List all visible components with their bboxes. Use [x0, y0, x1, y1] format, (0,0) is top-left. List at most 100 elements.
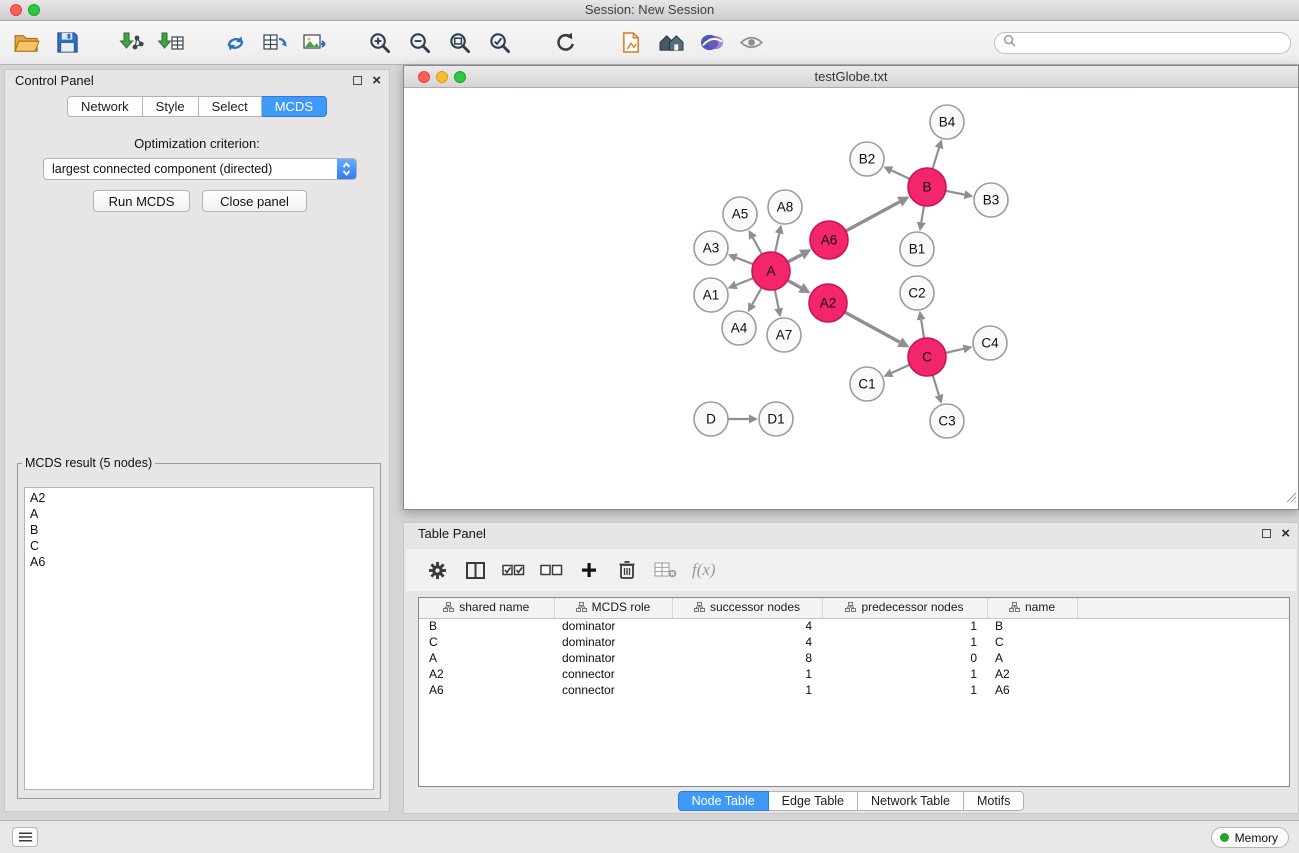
network-node-label: B1	[909, 242, 926, 257]
table-panel-float-icon[interactable]	[1262, 529, 1271, 538]
network-canvas[interactable]: B4B2BB3A5A8A6A3B1AC2A1A2A4A7C4CC1DD1C3	[404, 88, 1298, 509]
network-zoom-window-icon[interactable]	[454, 71, 466, 83]
node-table-row-C[interactable]: Cdominator41C	[419, 634, 1289, 650]
delete-table-icon[interactable]	[650, 555, 680, 585]
zoom-selected-icon[interactable]	[482, 26, 516, 60]
resize-grip-icon[interactable]	[1285, 490, 1297, 508]
network-edge-B-B1[interactable]	[921, 206, 924, 223]
deselect-all-rows-icon[interactable]	[536, 555, 566, 585]
network-edge-B-B4[interactable]	[933, 148, 939, 169]
zoom-window-icon[interactable]	[28, 4, 40, 16]
close-window-icon[interactable]	[10, 4, 22, 16]
table-tab-node-table[interactable]: Node Table	[678, 791, 769, 811]
network-arrows-icon[interactable]	[218, 26, 252, 60]
open-session-icon[interactable]	[10, 26, 44, 60]
network-edge-A-A3[interactable]	[736, 258, 753, 265]
table-header-row: shared nameMCDS rolesuccessor nodesprede…	[419, 598, 1289, 618]
node-table-row-A[interactable]: Adominator80A	[419, 650, 1289, 666]
import-table-from-file-icon[interactable]	[154, 26, 188, 60]
node-table-row-B[interactable]: Bdominator41B	[419, 618, 1289, 634]
network-node-label: A2	[820, 296, 837, 311]
memory-button[interactable]: Memory	[1211, 827, 1289, 848]
network-minimize-window-icon[interactable]	[436, 71, 448, 83]
zoom-in-icon[interactable]	[362, 26, 396, 60]
node-table-row-A2[interactable]: A2connector11A2	[419, 666, 1289, 682]
run-mcds-button[interactable]: Run MCDS	[93, 190, 190, 212]
network-edge-A-A5[interactable]	[753, 238, 762, 255]
network-edge-B-B2[interactable]	[891, 170, 909, 179]
mcds-result-list[interactable]: A2ABCA6	[24, 487, 374, 790]
control-tab-select[interactable]: Select	[199, 96, 262, 117]
network-close-window-icon[interactable]	[418, 71, 430, 83]
network-edge-A-A1[interactable]	[736, 278, 753, 285]
network-edge-A6-B[interactable]	[846, 202, 900, 231]
network-node-label: D1	[767, 412, 784, 427]
window-titlebar[interactable]: Session: New Session	[0, 0, 1299, 21]
network-edge-B-B3[interactable]	[946, 191, 965, 195]
network-window-titlebar[interactable]: testGlobe.txt	[404, 66, 1298, 88]
node-table[interactable]: shared nameMCDS rolesuccessor nodesprede…	[418, 597, 1290, 787]
table-panel-close-icon[interactable]: ×	[1281, 524, 1290, 544]
network-edge-C-C2[interactable]	[921, 320, 924, 339]
optimization-criterion-select[interactable]: largest connected component (directed)	[43, 158, 357, 180]
control-panel-close-icon[interactable]: ×	[372, 71, 381, 91]
mcds-result-item: A6	[30, 554, 368, 570]
table-arrows-icon[interactable]	[258, 26, 292, 60]
network-view-window: testGlobe.txt B4B2BB3A5A8A6A3B1AC2A1A2A4…	[403, 65, 1299, 510]
control-tab-mcds[interactable]: MCDS	[262, 96, 327, 117]
network-edge-C-C4[interactable]	[946, 349, 964, 353]
show-columns-icon[interactable]	[460, 555, 490, 585]
close-panel-button[interactable]: Close panel	[202, 190, 307, 212]
network-node-label: A6	[821, 233, 838, 248]
search-field[interactable]	[994, 32, 1291, 54]
import-network-from-file-icon[interactable]	[114, 26, 148, 60]
mcds-result-item: B	[30, 522, 368, 538]
edge-arrowhead-icon	[917, 311, 926, 321]
search-input[interactable]	[1021, 36, 1290, 50]
control-tab-style[interactable]: Style	[143, 96, 199, 117]
network-node-label: D	[706, 412, 716, 427]
network-node-label: C	[922, 350, 932, 365]
network-edge-A-A7[interactable]	[775, 290, 779, 309]
network-edge-A-A6[interactable]	[788, 255, 802, 262]
attribute-tree-icon	[576, 601, 587, 615]
home-icon[interactable]	[654, 26, 688, 60]
column-header-successor-nodes[interactable]: successor nodes	[672, 598, 822, 618]
control-panel: Control Panel × NetworkStyleSelectMCDS O…	[4, 69, 390, 812]
save-session-icon[interactable]	[50, 26, 84, 60]
control-tab-network[interactable]: Network	[67, 96, 143, 117]
column-header-shared-name[interactable]: shared name	[419, 598, 554, 618]
column-header-predecessor-nodes[interactable]: predecessor nodes	[822, 598, 987, 618]
function-builder-icon[interactable]: f(x)	[692, 560, 716, 580]
network-edge-A-A8[interactable]	[775, 233, 779, 252]
network-edge-A2-C[interactable]	[845, 312, 900, 342]
network-edge-C-C1[interactable]	[892, 365, 910, 373]
table-tab-motifs[interactable]: Motifs	[964, 791, 1024, 811]
network-edge-C-C3[interactable]	[933, 375, 939, 395]
zoom-out-icon[interactable]	[402, 26, 436, 60]
task-history-list-icon[interactable]	[12, 827, 38, 847]
column-header-MCDS-role[interactable]: MCDS role	[554, 598, 672, 618]
create-column-plus-icon[interactable]	[574, 555, 604, 585]
network-node-label: C4	[981, 336, 999, 351]
network-edge-A-A4[interactable]	[752, 288, 761, 305]
mcds-result-group: MCDS result (5 nodes) A2ABCA6	[17, 456, 381, 799]
refresh-icon[interactable]	[548, 26, 582, 60]
table-tab-edge-table[interactable]: Edge Table	[769, 791, 858, 811]
table-settings-gear-icon[interactable]	[422, 555, 452, 585]
control-panel-float-icon[interactable]	[353, 76, 362, 85]
venn-diagram-icon[interactable]	[694, 26, 728, 60]
node-table-row-A6[interactable]: A6connector11A6	[419, 682, 1289, 698]
open-report-icon[interactable]	[614, 26, 648, 60]
table-tab-network-table[interactable]: Network Table	[858, 791, 964, 811]
delete-column-trash-icon[interactable]	[612, 555, 642, 585]
network-node-label: A7	[776, 328, 793, 343]
column-header-name[interactable]: name	[987, 598, 1077, 618]
export-image-icon[interactable]	[298, 26, 332, 60]
select-all-rows-icon[interactable]	[498, 555, 528, 585]
edge-arrowhead-icon	[775, 225, 784, 235]
control-panel-tabs: NetworkStyleSelectMCDS	[5, 96, 389, 117]
network-edge-A-A2[interactable]	[788, 280, 801, 288]
show-hide-eye-icon[interactable]	[734, 26, 768, 60]
zoom-fit-icon[interactable]	[442, 26, 476, 60]
